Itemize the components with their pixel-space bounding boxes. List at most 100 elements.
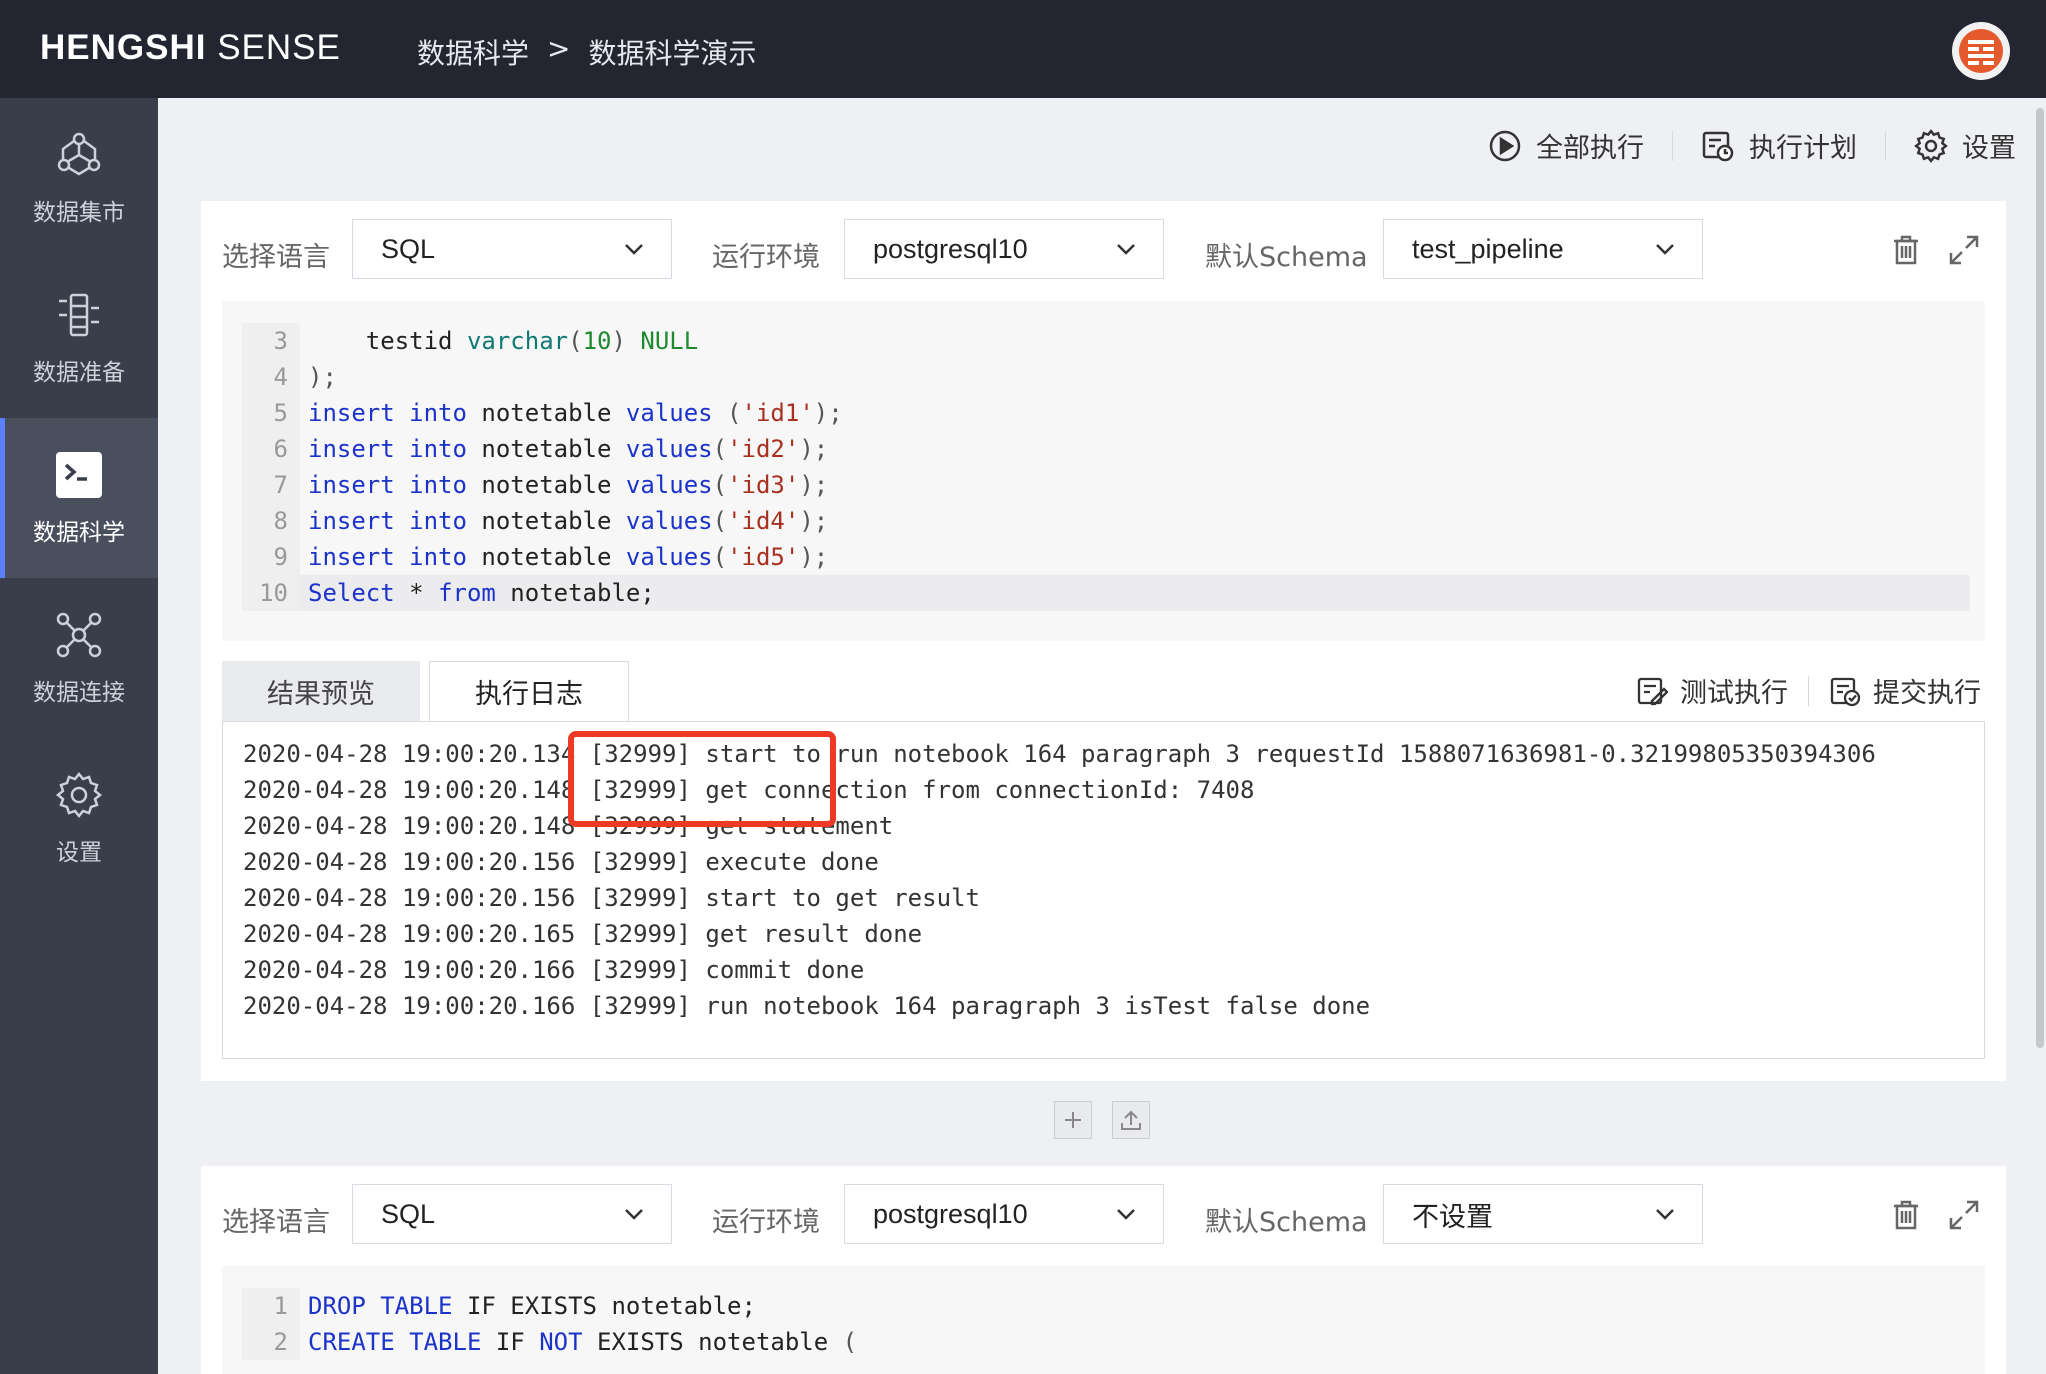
line-number: 10 [242,575,300,611]
breadcrumb-separator: > [547,32,571,65]
settings-button[interactable]: 设置 [1886,126,2016,165]
gear-icon [1914,128,1948,163]
submit-run-label: 提交执行 [1873,678,1981,709]
sidebar-item-data-science[interactable]: 数据科学 [0,418,158,578]
tab-result-preview[interactable]: 结果预览 [222,661,420,721]
code-text: testid varchar(10) NULL [308,327,699,355]
submit-run-icon [1830,677,1861,706]
chevron-down-icon [1117,1209,1135,1220]
app-logo[interactable]: HENGSHI SENSE [40,28,341,68]
language-label: 选择语言 [222,242,330,273]
env-label: 运行环境 [712,1207,820,1238]
code-text: ); [308,363,337,391]
code-text: CREATE TABLE IF NOT EXISTS notetable ( [308,1328,858,1356]
test-run-icon [1637,677,1668,705]
code-line[interactable]: 10 Select * from notetable; [242,575,1970,611]
trash-icon[interactable] [1889,233,1923,267]
code-line[interactable]: 1 DROP TABLE IF EXISTS notetable; [242,1288,1970,1324]
breadcrumb: 数据科学 > 数据科学演示 [417,32,757,72]
settings-label: 设置 [1962,133,2016,164]
expand-icon[interactable] [1947,1198,1981,1232]
line-number: 2 [242,1324,300,1360]
expand-icon[interactable] [1947,233,1981,267]
paragraph-insert-actions [1054,1101,1150,1139]
code-line[interactable]: 3 testid varchar(10) NULL [242,323,1970,359]
breadcrumb-current: 数据科学演示 [588,37,757,70]
code-line[interactable]: 4); [242,359,1970,395]
chevron-down-icon [625,1209,643,1220]
language-value: SQL [381,1198,436,1229]
run-all-button[interactable]: 全部执行 [1460,126,1672,165]
schedule-button[interactable]: 执行计划 [1673,126,1885,165]
code-text: Select * from notetable; [308,579,655,607]
avatar[interactable] [1952,22,2010,80]
logo-light-text: SENSE [217,28,341,67]
plus-icon [1065,1112,1081,1128]
paragraph-card: 选择语言 SQL 运行环境 postgresql10 默认Schema 不设置 [201,1166,2006,1374]
code-text: insert into notetable values('id4'); [308,507,829,535]
env-value: postgresql10 [873,1198,1028,1229]
chevron-down-icon [1656,1209,1674,1220]
terminal-icon [53,449,105,501]
language-select[interactable]: SQL [352,219,672,279]
log-line: 2020-04-28 19:00:20.166 [32999] run note… [243,992,1371,1020]
data-prep-icon [53,289,105,341]
language-value: SQL [381,233,436,264]
upload-paragraph-button[interactable] [1112,1101,1150,1139]
sidebar-item-label: 数据集市 [33,200,125,226]
log-line: 2020-04-28 19:00:20.148 [32999] get conn… [243,776,1255,804]
line-number: 8 [242,503,300,539]
line-number: 7 [242,467,300,503]
chevron-down-icon [1117,244,1135,255]
code-text: DROP TABLE IF EXISTS notetable; [308,1292,756,1320]
scrollbar-thumb[interactable] [2036,108,2044,1048]
sidebar-item-settings[interactable]: 设置 [0,738,158,898]
page-scrollbar[interactable] [2034,98,2046,1374]
code-line[interactable]: 8 insert into notetable values('id4'); [242,503,1970,539]
add-paragraph-button[interactable] [1054,1101,1092,1139]
code-line[interactable]: 2 CREATE TABLE IF NOT EXISTS notetable ( [242,1324,1970,1360]
code-text: insert into notetable values('id2'); [308,435,829,463]
user-logo-icon [1959,29,2003,73]
submit-run-button[interactable]: 提交执行 [1809,671,1985,710]
log-line: 2020-04-28 19:00:20.134 [32999] start to… [243,740,1876,768]
tab-execution-log[interactable]: 执行日志 [429,661,629,721]
schema-select[interactable]: 不设置 [1383,1184,1703,1244]
log-line: 2020-04-28 19:00:20.156 [32999] start to… [243,884,980,912]
code-editor[interactable]: 3 testid varchar(10) NULL 4); 5 insert into… [222,301,1985,641]
line-number: 9 [242,539,300,575]
code-line[interactable]: 7 insert into notetable values('id3'); [242,467,1970,503]
sidebar-item-label: 数据科学 [33,520,125,546]
run-all-label: 全部执行 [1536,133,1644,164]
chevron-down-icon [625,244,643,255]
line-number: 6 [242,431,300,467]
trash-icon[interactable] [1889,1198,1923,1232]
chevron-down-icon [1656,244,1674,255]
code-line[interactable]: 6 insert into notetable values('id2'); [242,431,1970,467]
env-select[interactable]: postgresql10 [844,219,1164,279]
sidebar-item-label: 设置 [56,840,102,866]
sidebar-item-data-connect[interactable]: 数据连接 [0,578,158,738]
line-number: 3 [242,323,300,359]
code-line[interactable]: 5 insert into notetable values ('id1'); [242,395,1970,431]
sidebar-item-label: 数据连接 [33,680,125,706]
paragraph-config-bar: 选择语言 SQL 运行环境 postgresql10 默认Schema test… [201,219,2006,281]
logo-bold-text: HENGSHI [40,28,207,67]
schema-label: 默认Schema [1205,1207,1368,1238]
breadcrumb-parent[interactable]: 数据科学 [417,32,529,72]
test-run-button[interactable]: 测试执行 [1616,671,1808,710]
code-editor[interactable]: 1 DROP TABLE IF EXISTS notetable; 2 CREATE … [222,1266,1985,1374]
sidebar-item-data-mart[interactable]: 数据集市 [0,98,158,258]
upload-icon [1121,1110,1141,1130]
sidebar-item-data-prep[interactable]: 数据准备 [0,258,158,418]
schema-value: test_pipeline [1412,233,1564,264]
env-select[interactable]: postgresql10 [844,1184,1164,1244]
line-number: 1 [242,1288,300,1324]
main-content: 全部执行 执行计划 设置 选择语言 SQL 运行环境 postgresql10 … [158,98,2046,1374]
play-circle-icon [1489,130,1521,161]
schema-select[interactable]: test_pipeline [1383,219,1703,279]
log-line: 2020-04-28 19:00:20.148 [32999] get stat… [243,812,894,840]
language-select[interactable]: SQL [352,1184,672,1244]
run-actions: 测试执行 提交执行 [1616,671,1985,710]
code-line[interactable]: 9 insert into notetable values('id5'); [242,539,1970,575]
